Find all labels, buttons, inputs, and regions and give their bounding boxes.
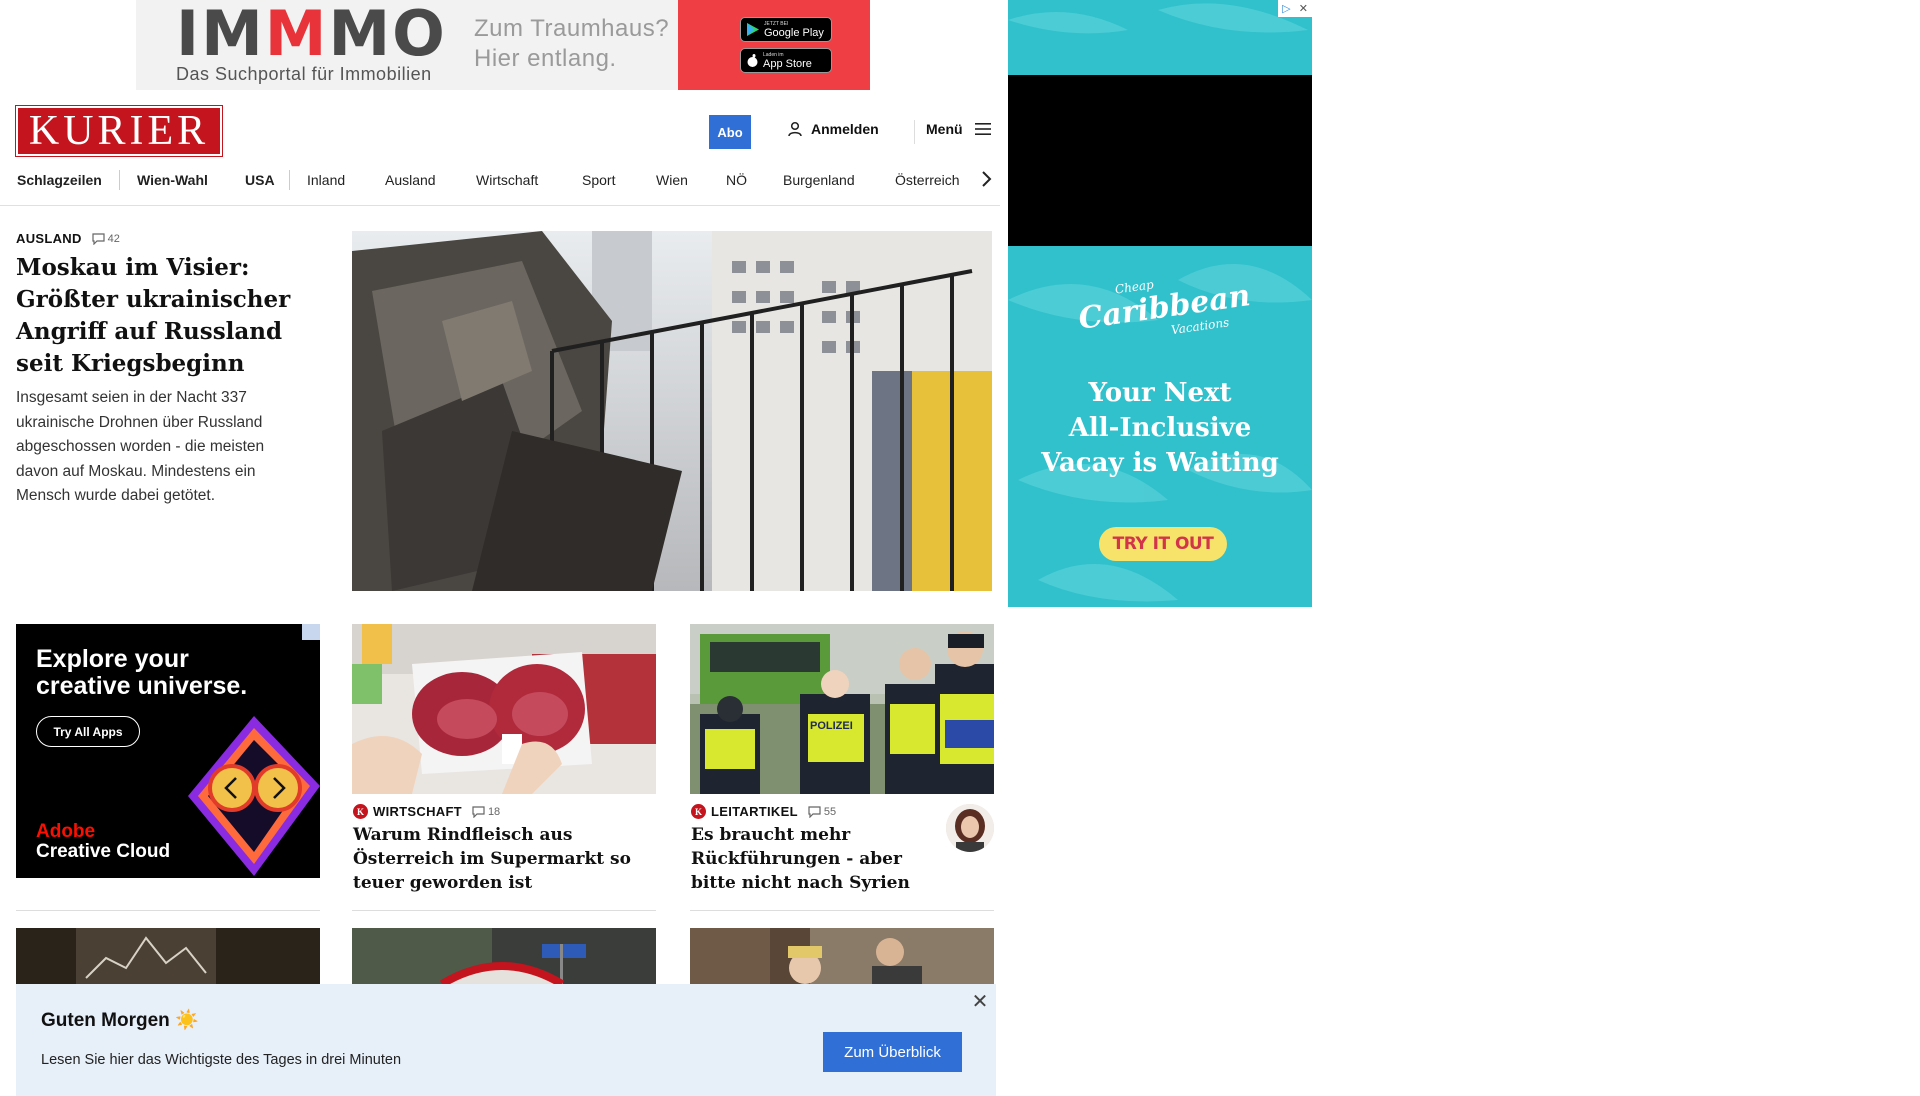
card-1-meta: K WIRTSCHAFT 18 — [353, 804, 500, 819]
abo-button[interactable]: Abo — [709, 115, 751, 149]
hamburger-icon — [974, 123, 991, 135]
card-1-comment-count[interactable]: 18 — [472, 806, 500, 818]
nav-item-wirtschaft[interactable]: Wirtschaft — [476, 172, 538, 188]
ad-tagline: Zum Traumhaus? Hier entlang. — [474, 15, 670, 72]
notification-text: Lesen Sie hier das Wichtigste des Tages … — [41, 1052, 402, 1068]
immmo-logo: IMMMO — [176, 0, 447, 70]
nav-item-oesterreich[interactable]: Österreich — [895, 172, 960, 188]
nav-divider — [119, 170, 120, 190]
google-play-icon — [747, 23, 759, 36]
card-2-kicker[interactable]: LEITARTIKEL — [711, 804, 798, 819]
comment-icon — [808, 805, 821, 818]
author-avatar[interactable] — [946, 804, 994, 852]
street-sign-image[interactable] — [352, 928, 656, 984]
header-divider — [914, 120, 915, 144]
nav-item-wien-wahl[interactable]: Wien-Wahl — [137, 172, 208, 188]
card-2-comment-count[interactable]: 55 — [808, 806, 836, 818]
hero-meta: AUSLAND 42 — [16, 231, 120, 246]
card-1-headline[interactable]: Warum Rindfleisch aus Österreich im Supe… — [353, 823, 657, 895]
top-banner-ad[interactable]: IMMMO Das Suchportal für Immobilien Zum … — [136, 0, 870, 90]
nav-item-inland[interactable]: Inland — [307, 172, 345, 188]
card-divider — [16, 910, 320, 911]
adobe-headline: Explore your creative universe. — [36, 645, 248, 700]
ad-video-area — [1008, 75, 1312, 246]
kurier-logo[interactable]: KURIER — [15, 105, 223, 157]
try-all-apps-button[interactable]: Try All Apps — [36, 716, 140, 747]
kurier-plus-icon: K — [691, 804, 706, 819]
comment-icon — [92, 232, 105, 245]
card-divider — [352, 910, 656, 911]
nav-item-ausland[interactable]: Ausland — [385, 172, 436, 188]
nav-item-noe[interactable]: NÖ — [726, 172, 747, 188]
card-1-kicker[interactable]: WIRTSCHAFT — [373, 804, 462, 819]
police-article-image[interactable]: POLIZEI — [690, 624, 994, 794]
ad-cta-button[interactable]: TRY IT OUT — [1099, 527, 1227, 561]
user-icon — [788, 121, 802, 137]
people-image[interactable] — [690, 928, 994, 984]
adobe-ad[interactable]: Explore your creative universe. Try All … — [16, 624, 320, 878]
hero-comment-count[interactable]: 42 — [92, 233, 120, 245]
card-2-headline[interactable]: Es braucht mehr Rückführungen - aber bit… — [691, 823, 931, 895]
menu-label: Menü — [926, 121, 963, 137]
ad-right-panel: JETZT BEI Google Play Laden im App Store — [678, 0, 870, 90]
nav-item-burgenland[interactable]: Burgenland — [783, 172, 855, 188]
adobe-artwork — [188, 716, 320, 876]
main-navigation: Schlagzeilen Wien-Wahl USA Inland Auslan… — [0, 168, 1000, 206]
hero-headline[interactable]: Moskau im Visier: Größter ukrainischer A… — [16, 252, 316, 380]
nav-divider — [289, 170, 290, 190]
creative-cloud-brand: Creative Cloud — [36, 841, 171, 862]
beef-article-image[interactable] — [352, 624, 656, 794]
side-ad-caribbean[interactable]: ▷ ✕ Cheap Caribbean Vacations Your Next A… — [1008, 0, 1312, 607]
kurier-plus-icon: K — [353, 804, 368, 819]
adobe-brand: Adobe — [36, 821, 96, 842]
nav-item-schlagzeilen[interactable]: Schlagzeilen — [17, 172, 102, 188]
login-button[interactable]: Anmelden — [787, 121, 879, 137]
ad-left-panel: IMMMO Das Suchportal für Immobilien Zum … — [136, 0, 678, 90]
ad-info-icon[interactable] — [302, 624, 320, 640]
hero-kicker[interactable]: AUSLAND — [16, 231, 82, 246]
card-2-meta: K LEITARTIKEL 55 — [691, 804, 836, 819]
hero-image[interactable] — [352, 231, 992, 591]
ad-subtitle: Das Suchportal für Immobilien — [176, 64, 432, 84]
ad-headline: Your Next All-Inclusive Vacay is Waiting — [1041, 378, 1279, 478]
nav-item-usa[interactable]: USA — [245, 172, 275, 188]
comment-icon — [472, 805, 485, 818]
card-divider — [690, 910, 994, 911]
notification-title: Guten Morgen ☀️ — [41, 1010, 199, 1031]
adchoices-icon[interactable]: ▷ ✕ — [1278, 0, 1312, 17]
overview-button[interactable]: Zum Überblick — [823, 1032, 962, 1072]
close-icon[interactable]: ✕ — [970, 992, 990, 1012]
stock-market-image[interactable] — [16, 928, 320, 984]
google-play-button[interactable]: JETZT BEI Google Play — [740, 17, 832, 42]
nav-item-sport[interactable]: Sport — [582, 172, 615, 188]
hero-teaser: Insgesamt seien in der Nacht 337 ukraini… — [16, 389, 265, 504]
app-store-button[interactable]: Laden im App Store — [740, 48, 832, 73]
menu-button[interactable]: Menü — [926, 121, 991, 137]
apple-icon — [747, 54, 758, 67]
chevron-right-icon[interactable] — [980, 170, 992, 188]
morning-briefing-banner: Guten Morgen ☀️ Lesen Sie hier das Wicht… — [16, 984, 996, 1096]
login-label: Anmelden — [811, 121, 879, 137]
police-vest-label: POLIZEI — [810, 720, 853, 732]
nav-item-wien[interactable]: Wien — [656, 172, 688, 188]
